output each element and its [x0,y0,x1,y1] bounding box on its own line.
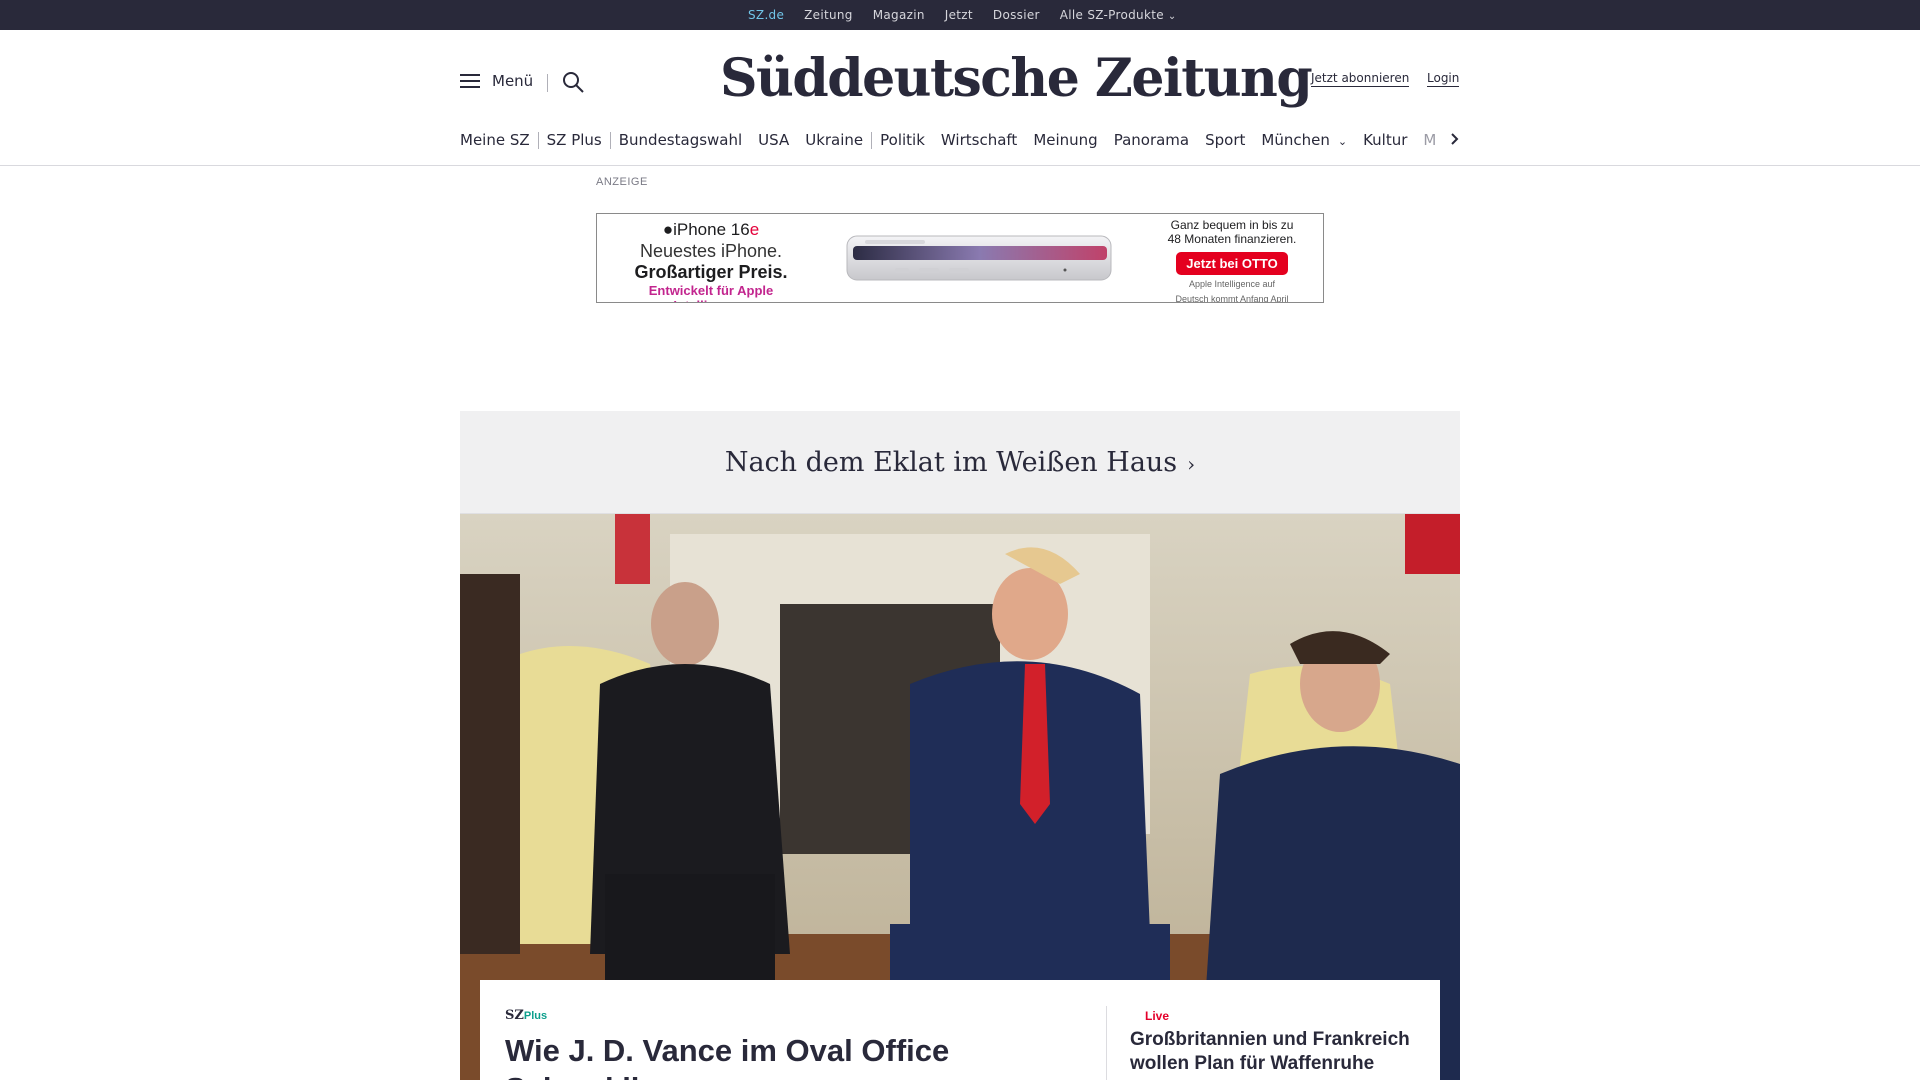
side-headline[interactable]: Großbritannien und Frankreich wollen Pla… [1130,1028,1430,1076]
ad-text-block: ●iPhone 16e Neuestes iPhone. Großartiger… [611,220,811,302]
divider [547,74,548,92]
nav-item-usa[interactable]: USA [750,131,797,149]
menu-button[interactable]: Menü [460,72,533,90]
nav-item-bundestagswahl[interactable]: Bundestagswahl [611,131,750,149]
topic-teaser-label: Nach dem Eklat im Weißen Haus [724,447,1178,478]
nav-item-more[interactable]: M [1415,131,1436,149]
ad-cta-button[interactable]: Jetzt bei OTTO [1176,252,1288,275]
chevron-down-icon: ⌄ [1337,135,1348,148]
chevron-down-icon: ⌄ [1167,11,1177,22]
nav-item-meine-sz[interactable]: Meine SZ [460,131,538,149]
ad-product-suffix: e [749,220,760,239]
product-link-jetzt[interactable]: Jetzt [945,8,973,22]
product-dropdown[interactable]: Alle SZ-Produkte ⌄ [1060,8,1177,22]
ad-offer-block: Ganz bequem in bis zu 48 Monaten finanzi… [1152,218,1312,303]
ad-product: ●iPhone 16e [611,220,811,240]
chevron-right-icon[interactable] [1446,127,1464,151]
live-badge: Live [1145,1009,1170,1023]
nav-item-wirtschaft[interactable]: Wirtschaft [933,131,1025,149]
login-link[interactable]: Login [1427,71,1460,87]
nav-item-muenchen[interactable]: München ⌄ [1253,131,1355,149]
top-bar: SZ.de Zeitung Magazin Jetzt Dossier Alle… [0,0,1920,30]
nav-item-kultur[interactable]: Kultur [1355,131,1415,149]
site-logo[interactable]: Süddeutsche Zeitung [720,48,1313,109]
product-nav: SZ.de Zeitung Magazin Jetzt Dossier Alle… [748,0,1177,30]
site-header: Menü Süddeutsche Zeitung Jetzt abonniere… [0,30,1920,166]
nav-item-sport[interactable]: Sport [1197,131,1253,149]
ad-line-1: Neuestes iPhone. [639,241,783,261]
ad-phone-image [845,232,1115,284]
sz-plus-badge-plus: Plus [523,1010,548,1022]
ad-banner[interactable]: ●iPhone 16e Neuestes iPhone. Großartiger… [596,213,1324,303]
section-nav: Meine SZ SZ Plus Bundestagswahl USA Ukra… [460,128,1460,152]
product-link-szde[interactable]: SZ.de [748,8,784,26]
menu-label: Menü [492,72,534,90]
ad-offer-line-2: 48 Monaten finanzieren. [1167,232,1297,246]
sz-plus-badge: SZPlus [505,1008,547,1023]
card-divider [1106,1006,1107,1080]
product-link-magazin[interactable]: Magazin [873,8,925,22]
ad-footnote-2: Deutsch kommt Anfang April [1175,294,1289,303]
ad-offer-line-1: Ganz bequem in bis zu [1170,218,1294,232]
product-link-zeitung[interactable]: Zeitung [804,8,853,22]
sz-plus-badge-sz: SZ [505,1008,524,1023]
nav-item-sz-plus[interactable]: SZ Plus [539,131,610,149]
ad-footnote-1: Apple Intelligence auf [1188,279,1276,289]
subscribe-link[interactable]: Jetzt abonnieren [1311,71,1410,87]
product-link-dossier[interactable]: Dossier [993,8,1040,22]
topic-teaser-title: Nach dem Eklat im Weißen Haus › [460,447,1460,478]
ad-label: ANZEIGE [596,176,648,188]
apple-logo-icon: ● [662,220,674,239]
ad-line-3: Entwickelt für Apple Intelligence. [648,283,774,302]
nav-item-meinung[interactable]: Meinung [1025,131,1105,149]
topic-teaser[interactable]: Nach dem Eklat im Weißen Haus › [460,411,1460,514]
search-icon[interactable] [561,70,585,94]
ad-product-name: iPhone 16 [673,220,750,239]
main-headline[interactable]: Wie J. D. Vance im Oval Office Selenskij [505,1032,1085,1080]
nav-item-politik[interactable]: Politik [872,131,933,149]
ad-line-2: Großartiger Preis. [634,262,788,282]
nav-item-panorama[interactable]: Panorama [1106,131,1197,149]
nav-item-muenchen-label: München [1261,131,1330,149]
hamburger-icon [460,74,480,88]
product-dropdown-label: Alle SZ-Produkte [1059,8,1164,22]
chevron-right-icon: › [1187,452,1196,476]
story-card: SZPlus Wie J. D. Vance im Oval Office Se… [480,980,1440,1080]
nav-item-ukraine[interactable]: Ukraine [797,131,871,149]
